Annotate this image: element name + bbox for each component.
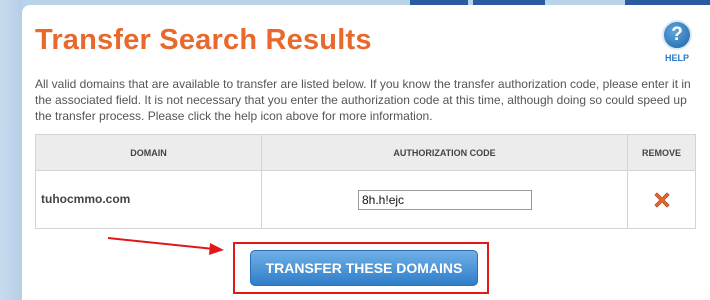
remove-cell xyxy=(627,171,695,228)
header-domain: DOMAIN xyxy=(130,148,167,158)
left-edge xyxy=(0,0,22,300)
page-title: Transfer Search Results xyxy=(35,24,372,56)
table-row: tuhocmmo.com xyxy=(36,171,695,228)
domain-cell: tuhocmmo.com xyxy=(41,192,131,206)
help-question-icon[interactable]: ? xyxy=(662,20,692,50)
annotation-arrow-icon xyxy=(107,237,224,255)
auth-code-cell xyxy=(261,171,627,228)
header-remove: REMOVE xyxy=(627,135,695,171)
remove-x-icon[interactable] xyxy=(652,190,672,210)
header-authorization-code: AUTHORIZATION CODE xyxy=(261,135,627,171)
intro-text: All valid domains that are available to … xyxy=(35,77,691,123)
domains-table: DOMAIN AUTHORIZATION CODE REMOVE tuhocmm… xyxy=(35,134,696,229)
help-button[interactable]: ? HELP xyxy=(660,20,694,63)
help-label[interactable]: HELP xyxy=(660,53,694,63)
transfer-domains-button[interactable]: TRANSFER THESE DOMAINS xyxy=(250,250,478,286)
auth-code-input[interactable] xyxy=(358,190,532,210)
table-header: DOMAIN AUTHORIZATION CODE REMOVE xyxy=(36,135,695,171)
